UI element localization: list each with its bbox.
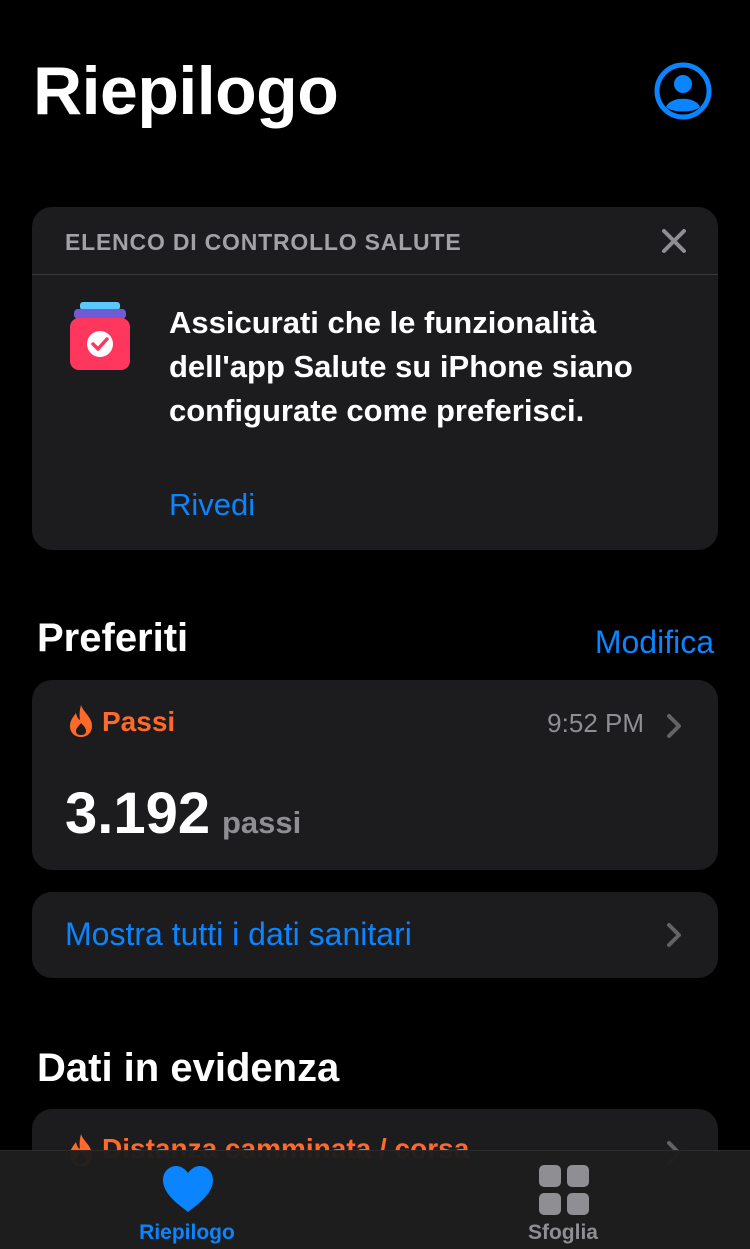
close-icon (662, 229, 686, 253)
checklist-title: ELENCO DI CONTROLLO SALUTE (65, 229, 462, 255)
show-all-health-data-button[interactable]: Mostra tutti i dati sanitari (32, 892, 718, 978)
highlights-title: Dati in evidenza (37, 1046, 340, 1090)
review-link[interactable]: Rivedi (169, 487, 255, 523)
flame-icon (70, 705, 92, 737)
chevron-right-icon (667, 714, 681, 738)
tab-riepilogo[interactable]: Riepilogo (87, 1151, 287, 1249)
edit-favorites-link[interactable]: Modifica (595, 624, 714, 661)
steps-unit: passi (222, 805, 302, 840)
tab-sfoglia[interactable]: Sfoglia (463, 1151, 663, 1249)
steps-time: 9:52 PM (547, 708, 644, 738)
steps-value: 3.192 (65, 781, 211, 846)
steps-card[interactable]: Passi 9:52 PM 3.192 passi (32, 680, 718, 870)
header: Riepilogo (0, 0, 750, 180)
tab-label: Sfoglia (527, 1221, 598, 1244)
tab-label: Riepilogo (139, 1221, 235, 1244)
checklist-header: ELENCO DI CONTROLLO SALUTE (32, 207, 718, 275)
show-all-label: Mostra tutti i dati sanitari (65, 916, 412, 952)
health-checklist-card: ELENCO DI CONTROLLO SALUTE Assicurati ch… (32, 207, 718, 550)
favorites-title: Preferiti (37, 616, 189, 660)
person-circle-icon (654, 62, 712, 120)
steps-label: Passi (102, 706, 176, 737)
chevron-right-icon (667, 923, 681, 947)
grid-icon (539, 1165, 589, 1215)
close-button[interactable] (660, 227, 688, 255)
page-title: Riepilogo (33, 53, 339, 129)
health-checklist-icon (68, 302, 132, 374)
heart-icon (163, 1166, 213, 1212)
profile-button[interactable] (654, 62, 712, 120)
tab-bar: Riepilogo Sfoglia (0, 1150, 750, 1249)
checklist-message: Assicurati che le funzionalità dell'app … (169, 305, 633, 428)
